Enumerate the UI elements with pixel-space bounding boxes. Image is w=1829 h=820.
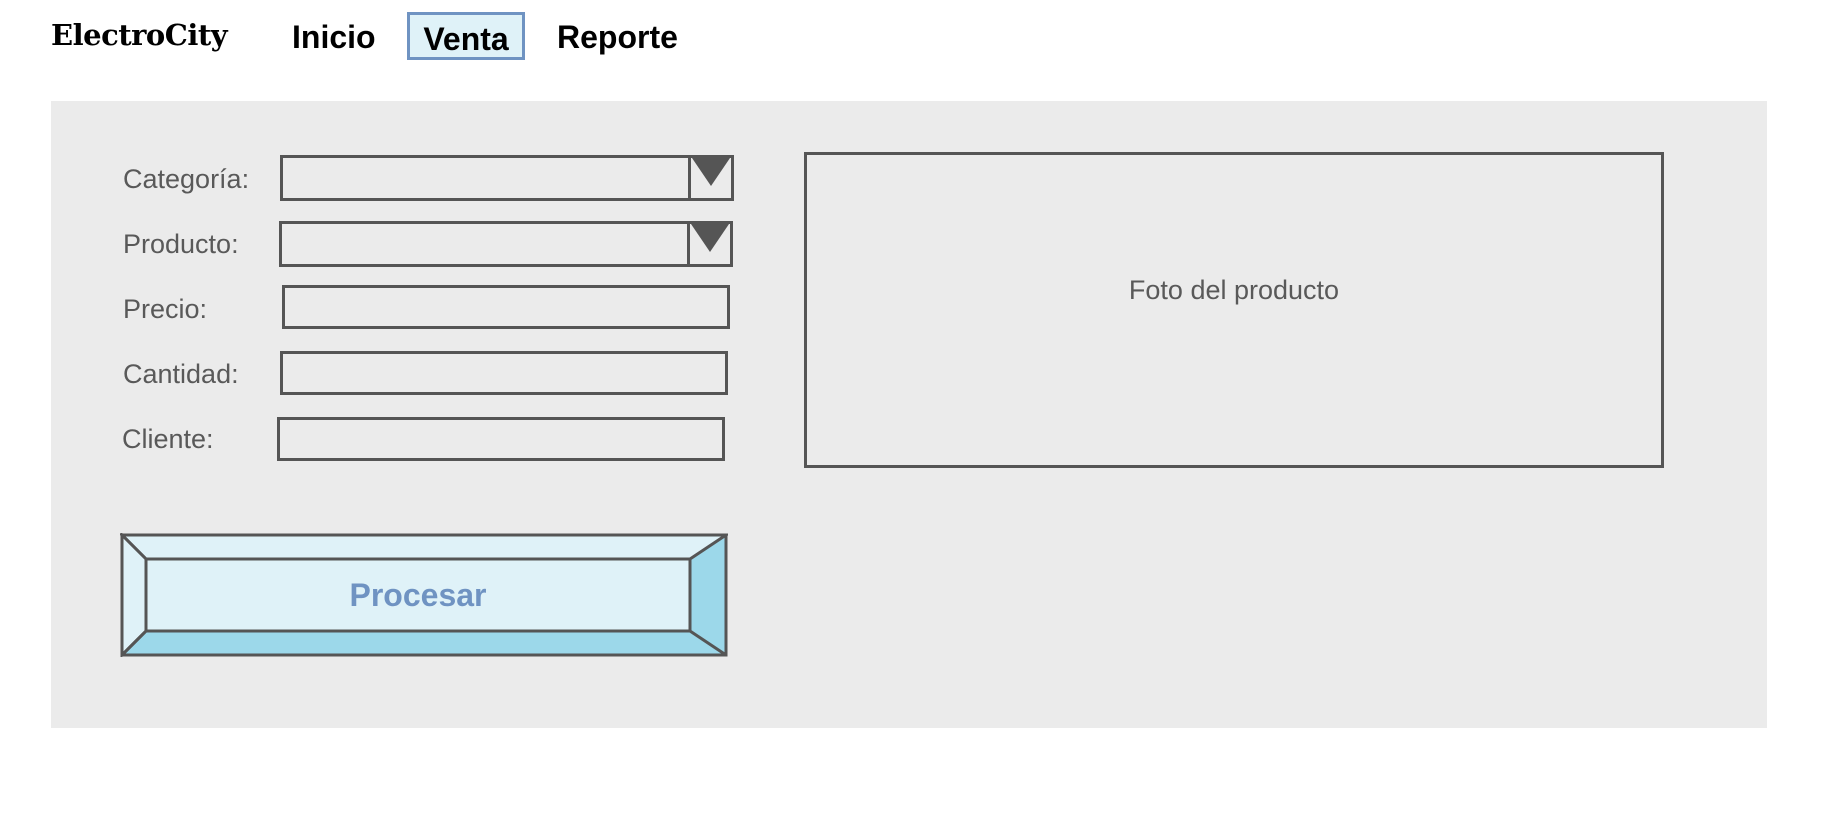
nav-tab-inicio[interactable]: Inicio — [292, 14, 376, 60]
product-photo-label: Foto del producto — [1128, 275, 1340, 305]
precio-label: Precio: — [123, 294, 208, 324]
categoria-label: Categoría: — [123, 164, 250, 194]
precio-input[interactable] — [282, 285, 730, 329]
cantidad-input[interactable] — [280, 351, 728, 395]
nav-tab-venta[interactable]: Venta — [407, 12, 525, 60]
sale-form-panel: Categoría: Producto: Precio: Cantidad: C… — [51, 101, 1767, 728]
categoria-select[interactable] — [280, 155, 734, 201]
producto-select[interactable] — [279, 221, 733, 267]
producto-label: Producto: — [123, 229, 239, 259]
chevron-down-icon — [692, 158, 730, 186]
categoria-dropdown-button[interactable] — [688, 158, 731, 198]
product-photo-placeholder: Foto del producto — [804, 152, 1664, 468]
cliente-input[interactable] — [277, 417, 725, 461]
cliente-label: Cliente: — [122, 424, 214, 454]
nav-tab-reporte[interactable]: Reporte — [557, 14, 678, 60]
app-brand: ElectroCity — [51, 18, 228, 52]
chevron-down-icon — [691, 224, 729, 252]
procesar-button-label: Procesar — [349, 577, 487, 613]
cantidad-label: Cantidad: — [123, 359, 239, 389]
procesar-button[interactable]: Procesar — [120, 533, 728, 657]
producto-dropdown-button[interactable] — [687, 224, 730, 264]
